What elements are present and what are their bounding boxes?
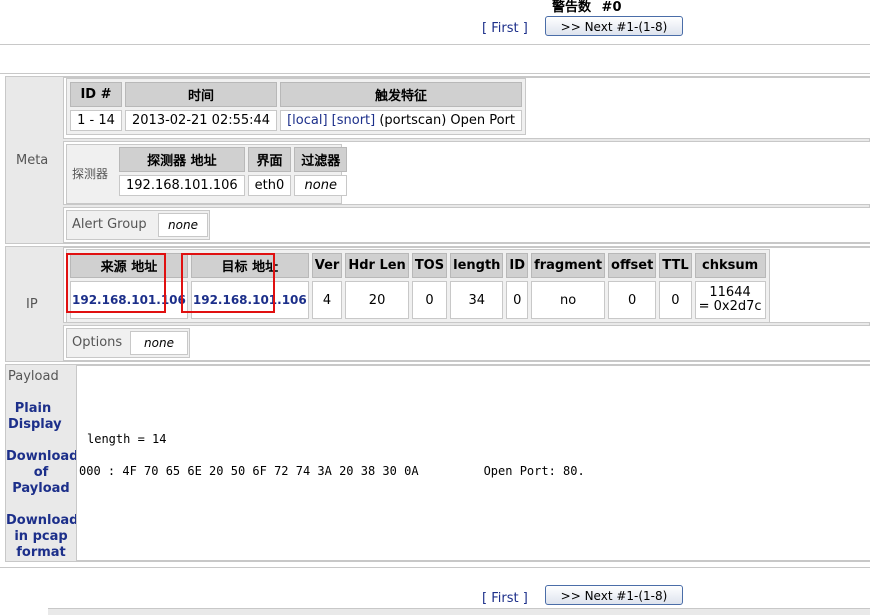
ip-ttl: 0 <box>659 281 692 319</box>
next-button-bottom[interactable]: >> Next #1-(1-8) <box>545 585 683 605</box>
alert-count-value: #0 <box>601 0 622 15</box>
header-ver: Ver <box>311 253 343 278</box>
payload-section: Payload Plain Display Download of Payloa… <box>5 364 870 562</box>
ip-id: 0 <box>506 281 529 319</box>
sensor-filter: none <box>294 175 348 196</box>
header-fragment: fragment <box>531 253 606 278</box>
highlight-dst-address <box>181 253 275 313</box>
payload-label: Payload <box>8 369 59 384</box>
payload-length: length = 14 <box>87 432 167 446</box>
ip-length: 34 <box>450 281 504 319</box>
header-hdr-len: Hdr Len <box>345 253 409 278</box>
header-offset: offset <box>608 253 657 278</box>
header-interface: 界面 <box>247 147 292 172</box>
alert-count-label: 警告数 <box>552 0 592 15</box>
header-sensor-address: 探测器 地址 <box>119 147 245 172</box>
options-label: Options <box>72 335 123 350</box>
meta-label: Meta <box>16 153 49 168</box>
sig-text: (portscan) Open Port <box>379 113 516 128</box>
payload-hex: 000 : 4F 70 65 6E 20 50 6F 72 74 3A 20 3… <box>79 464 585 478</box>
download-pcap-link[interactable]: Download in pcap format <box>6 513 78 561</box>
ip-fragment: no <box>531 281 606 319</box>
highlight-src-address <box>66 253 166 313</box>
alert-signature: [local] [snort] (portscan) Open Port <box>280 110 523 131</box>
first-link-bottom[interactable]: [ First ] <box>482 591 528 606</box>
options-value: none <box>130 331 188 355</box>
sig-local-link[interactable]: [local] <box>287 113 327 128</box>
meta-table: ID # 时间 触发特征 1 - 14 2013-02-21 02:55:44 … <box>66 78 527 135</box>
chksum-hex: = 0x2d7c <box>698 299 762 314</box>
ip-table: 来源 地址 目标 地址 Ver Hdr Len TOS length ID fr… <box>66 249 770 323</box>
ip-label: IP <box>26 297 38 312</box>
header-signature: 触发特征 <box>280 82 523 107</box>
sensor-address: 192.168.101.106 <box>119 175 245 196</box>
sig-snort-link[interactable]: [snort] <box>332 113 376 128</box>
header-tos: TOS <box>411 253 448 278</box>
ip-tos: 0 <box>411 281 448 319</box>
alert-time: 2013-02-21 02:55:44 <box>125 110 278 131</box>
first-link-top[interactable]: [ First ] <box>482 21 528 36</box>
sensor-label: 探测器 <box>72 167 109 181</box>
header-chksum: chksum <box>694 253 766 278</box>
plain-display-link[interactable]: Plain Display <box>8 401 62 433</box>
ip-offset: 0 <box>608 281 657 319</box>
alert-id: 1 - 14 <box>70 110 122 131</box>
alert-group-value: none <box>158 213 208 237</box>
chksum-dec: 11644 <box>709 285 751 300</box>
header-time: 时间 <box>125 82 278 107</box>
sensor-interface: eth0 <box>247 175 292 196</box>
header-filter: 过滤器 <box>294 147 348 172</box>
header-ttl: TTL <box>659 253 692 278</box>
ip-section: IP 来源 地址 目标 地址 Ver Hdr Len TOS length ID… <box>5 246 870 362</box>
header-length: length <box>450 253 504 278</box>
sensor-table: 探测器 地址 界面 过滤器 192.168.101.106 eth0 none <box>116 144 350 199</box>
ip-ver: 4 <box>311 281 343 319</box>
ip-chksum: 11644 = 0x2d7c <box>694 281 766 319</box>
alert-count: 警告数 #0 <box>552 0 622 15</box>
divider <box>0 73 870 74</box>
divider <box>0 567 870 568</box>
header-id: ID <box>506 253 529 278</box>
ip-hdr-len: 20 <box>345 281 409 319</box>
meta-section: Meta ID # 时间 触发特征 1 - 14 2013-02-21 02:5… <box>5 76 870 244</box>
divider <box>0 44 870 45</box>
next-button-top[interactable]: >> Next #1-(1-8) <box>545 16 683 36</box>
download-payload-link[interactable]: Download of Payload <box>6 449 78 497</box>
alert-group-label: Alert Group <box>72 217 147 232</box>
payload-content: length = 14 000 : 4F 70 65 6E 20 50 6F 7… <box>76 365 870 561</box>
header-id: ID # <box>70 82 122 107</box>
